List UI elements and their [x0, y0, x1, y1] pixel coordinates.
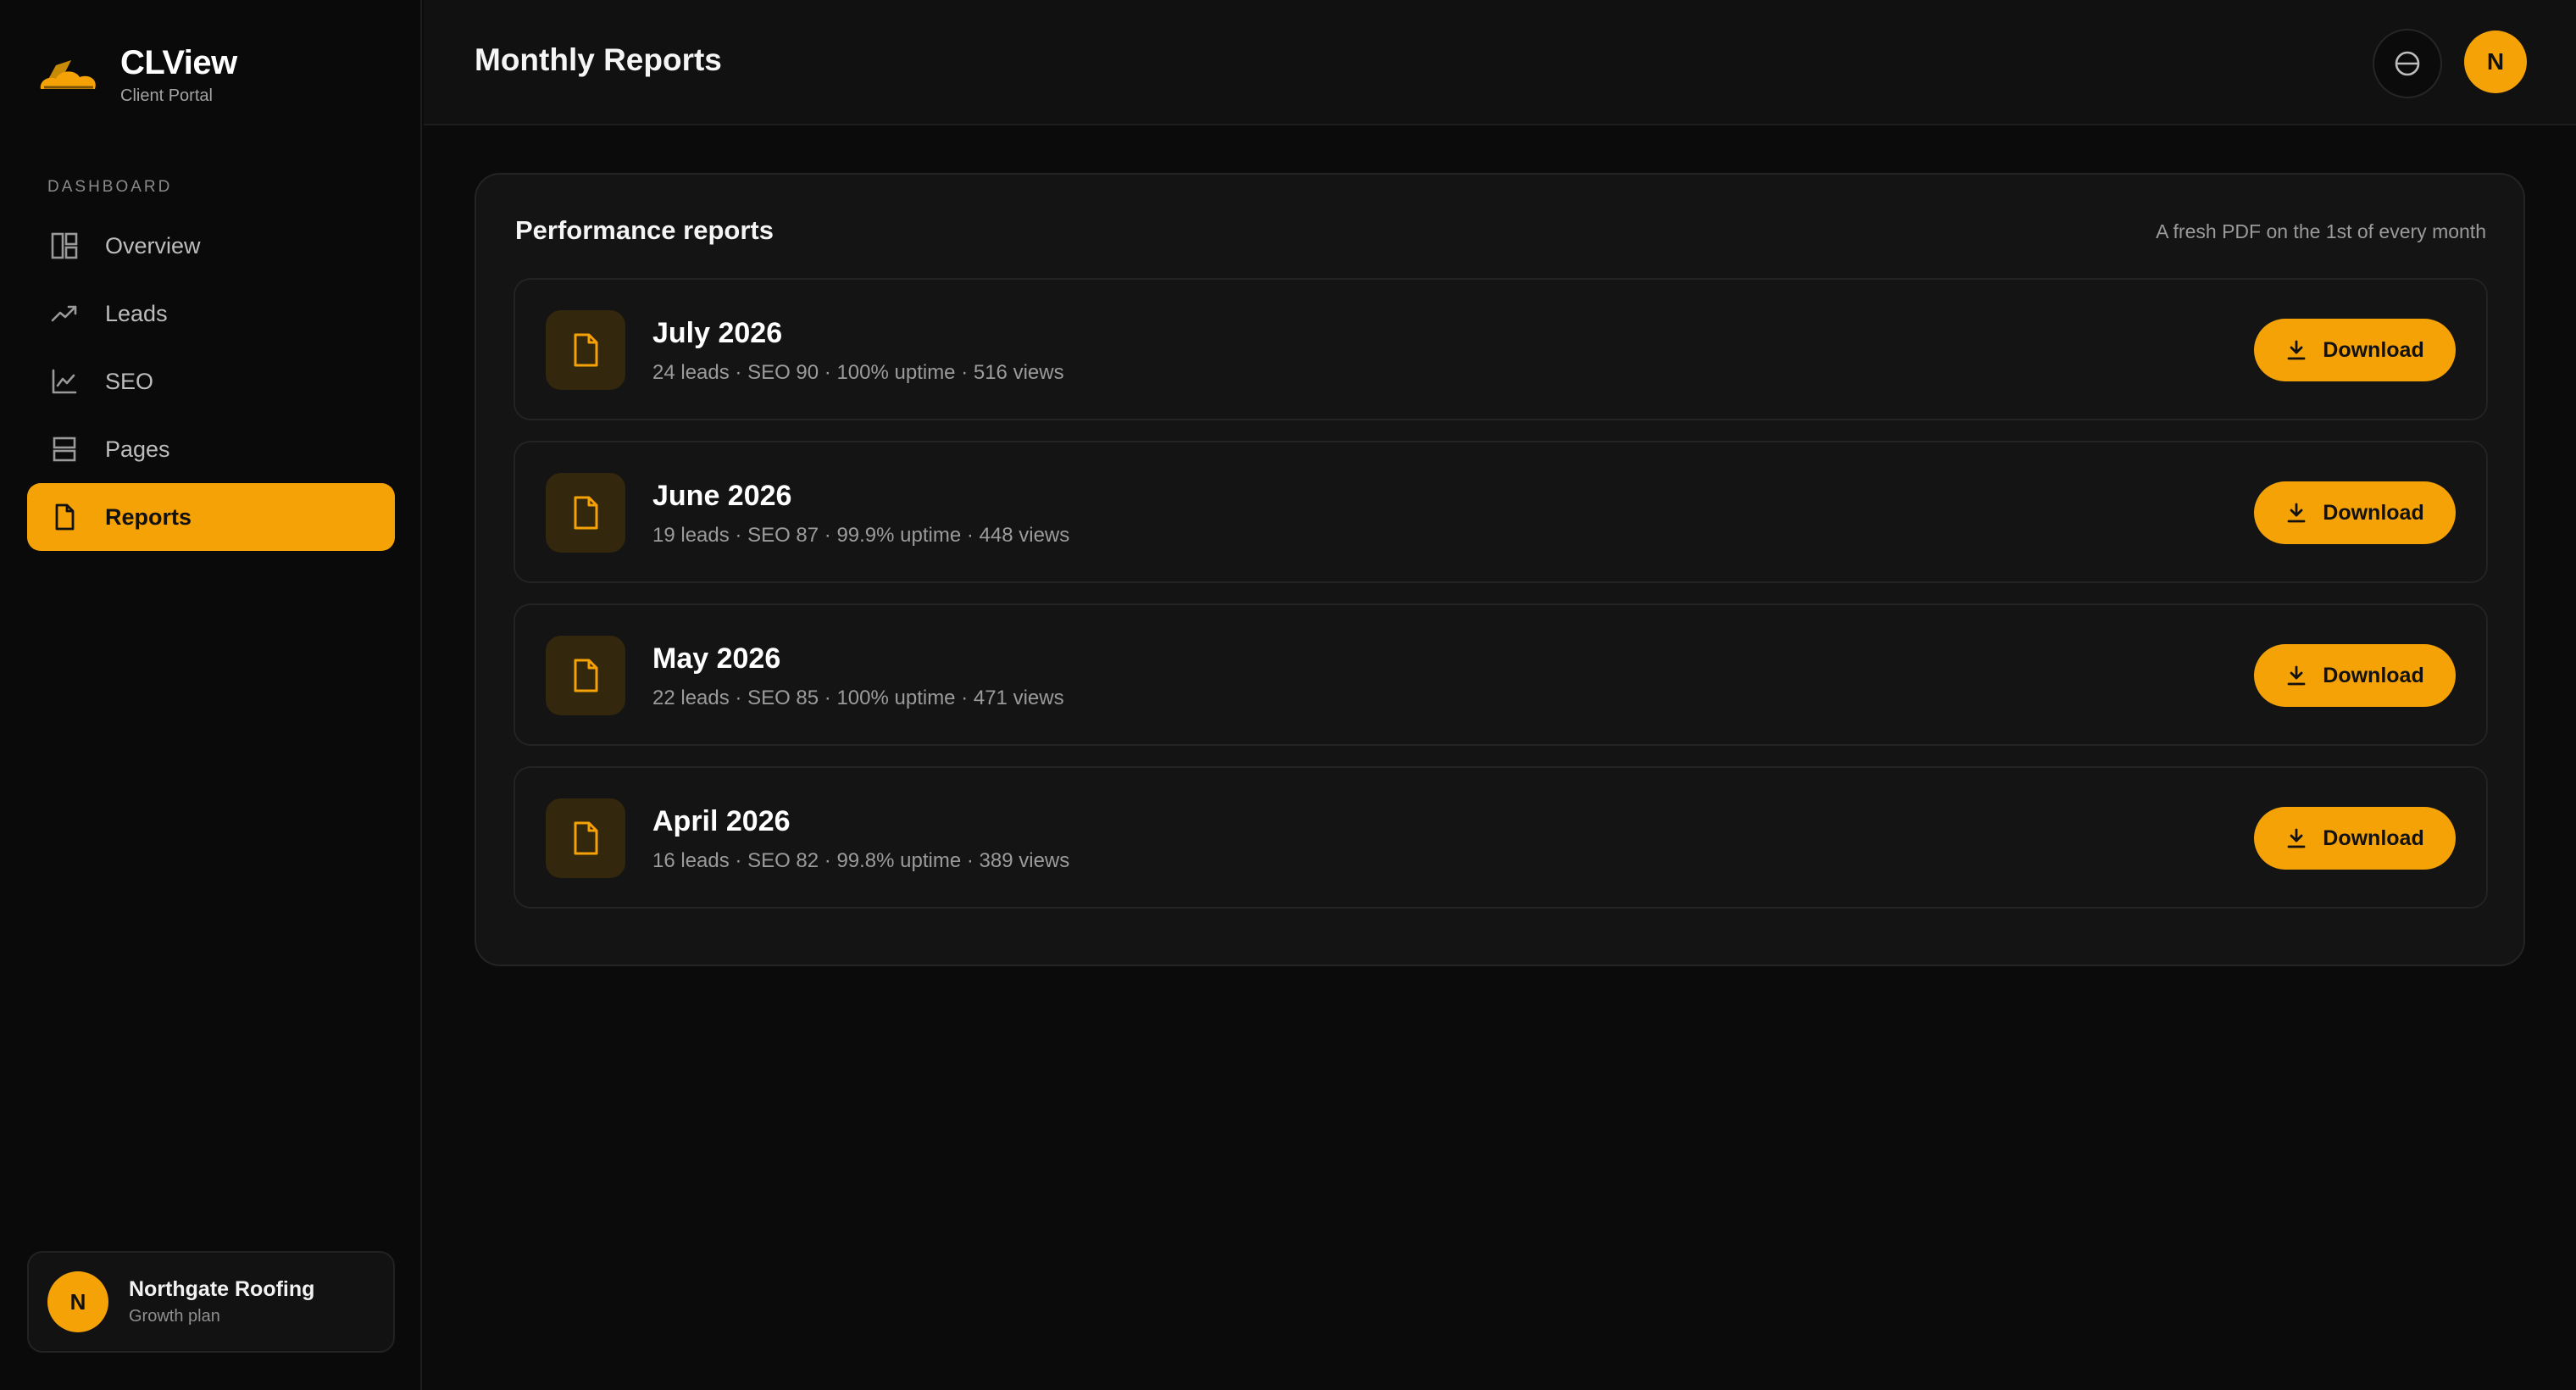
account-text: Northgate Roofing Growth plan: [129, 1277, 314, 1326]
list-item: July 2026 24 leads · SEO 90 · 100% uptim…: [514, 278, 2488, 420]
file-icon: [546, 636, 625, 715]
download-label: Download: [2323, 337, 2424, 362]
download-icon: [2285, 664, 2307, 687]
download-label: Download: [2323, 500, 2424, 525]
download-icon: [2285, 502, 2307, 524]
reports-panel: Performance reports A fresh PDF on the 1…: [475, 173, 2525, 966]
file-icon: [546, 310, 625, 390]
report-meta: 19 leads · SEO 87 · 99.9% uptime · 448 v…: [652, 524, 1070, 547]
sidebar-item-label: Reports: [105, 503, 192, 530]
download-button[interactable]: Download: [2254, 319, 2456, 381]
report-list: July 2026 24 leads · SEO 90 · 100% uptim…: [514, 278, 2488, 929]
report-title: April 2026: [652, 805, 791, 837]
download-icon: [2285, 827, 2307, 849]
report-meta: 16 leads · SEO 82 · 99.8% uptime · 389 v…: [652, 849, 1070, 872]
sidebar-item-leads[interactable]: Leads: [27, 280, 395, 348]
sidebar-item-seo[interactable]: SEO: [27, 348, 395, 415]
trending-up-icon: [49, 298, 80, 329]
panel-note: A fresh PDF on the 1st of every month: [2156, 220, 2486, 242]
list-item: April 2026 16 leads · SEO 82 · 99.8% upt…: [514, 766, 2488, 909]
sidebar-item-label: Pages: [105, 436, 170, 462]
sidebar-item-label: Leads: [105, 300, 168, 326]
brand[interactable]: CLView Client Portal: [37, 42, 237, 107]
list-item: June 2026 19 leads · SEO 87 · 99.9% upti…: [514, 441, 2488, 583]
panel-title: Performance reports: [515, 215, 774, 245]
brand-text: CLView Client Portal: [120, 42, 237, 107]
sidebar-item-label: Overview: [105, 232, 201, 259]
nav-section-label: DASHBOARD: [47, 178, 173, 196]
layout-icon: [49, 231, 80, 261]
download-button[interactable]: Download: [2254, 644, 2456, 707]
user-avatar[interactable]: N: [2464, 31, 2527, 93]
sidebar: CLView Client Portal DASHBOARD Overview: [0, 0, 422, 1390]
report-meta: 24 leads · SEO 90 · 100% uptime · 516 vi…: [652, 361, 1064, 384]
report-meta: 22 leads · SEO 85 · 100% uptime · 471 vi…: [652, 687, 1064, 709]
sidebar-item-pages[interactable]: Pages: [27, 415, 395, 483]
download-button[interactable]: Download: [2254, 481, 2456, 544]
pages-icon: [49, 434, 80, 464]
cloud-logo-icon: [40, 60, 96, 89]
theme-toggle-button[interactable]: [2373, 29, 2442, 98]
app-root: CLView Client Portal DASHBOARD Overview: [0, 0, 2576, 1390]
account-card[interactable]: N Northgate Roofing Growth plan: [27, 1251, 395, 1353]
download-label: Download: [2323, 663, 2424, 687]
sidebar-item-label: SEO: [105, 368, 154, 394]
line-chart-icon: [49, 366, 80, 397]
file-icon: [546, 798, 625, 878]
download-button[interactable]: Download: [2254, 807, 2456, 870]
contrast-icon: [2395, 51, 2420, 76]
file-icon: [49, 502, 80, 532]
report-title: June 2026: [652, 480, 792, 512]
sidebar-item-overview[interactable]: Overview: [27, 212, 395, 280]
page-title: Monthly Reports: [475, 42, 722, 77]
top-header: Monthly Reports N: [424, 0, 2576, 125]
download-label: Download: [2323, 826, 2424, 850]
file-icon: [546, 473, 625, 553]
sidebar-nav: Overview Leads SEO Pages Reports: [27, 212, 395, 551]
account-plan: Growth plan: [129, 1307, 220, 1326]
report-title: July 2026: [652, 317, 783, 349]
avatar: N: [47, 1271, 108, 1332]
sidebar-item-reports[interactable]: Reports: [27, 483, 395, 551]
list-item: May 2026 22 leads · SEO 85 · 100% uptime…: [514, 603, 2488, 746]
download-icon: [2285, 339, 2307, 361]
account-name: Northgate Roofing: [129, 1277, 315, 1301]
brand-subtitle: Client Portal: [120, 86, 213, 105]
brand-name: CLView: [120, 44, 237, 81]
report-title: May 2026: [652, 642, 781, 675]
